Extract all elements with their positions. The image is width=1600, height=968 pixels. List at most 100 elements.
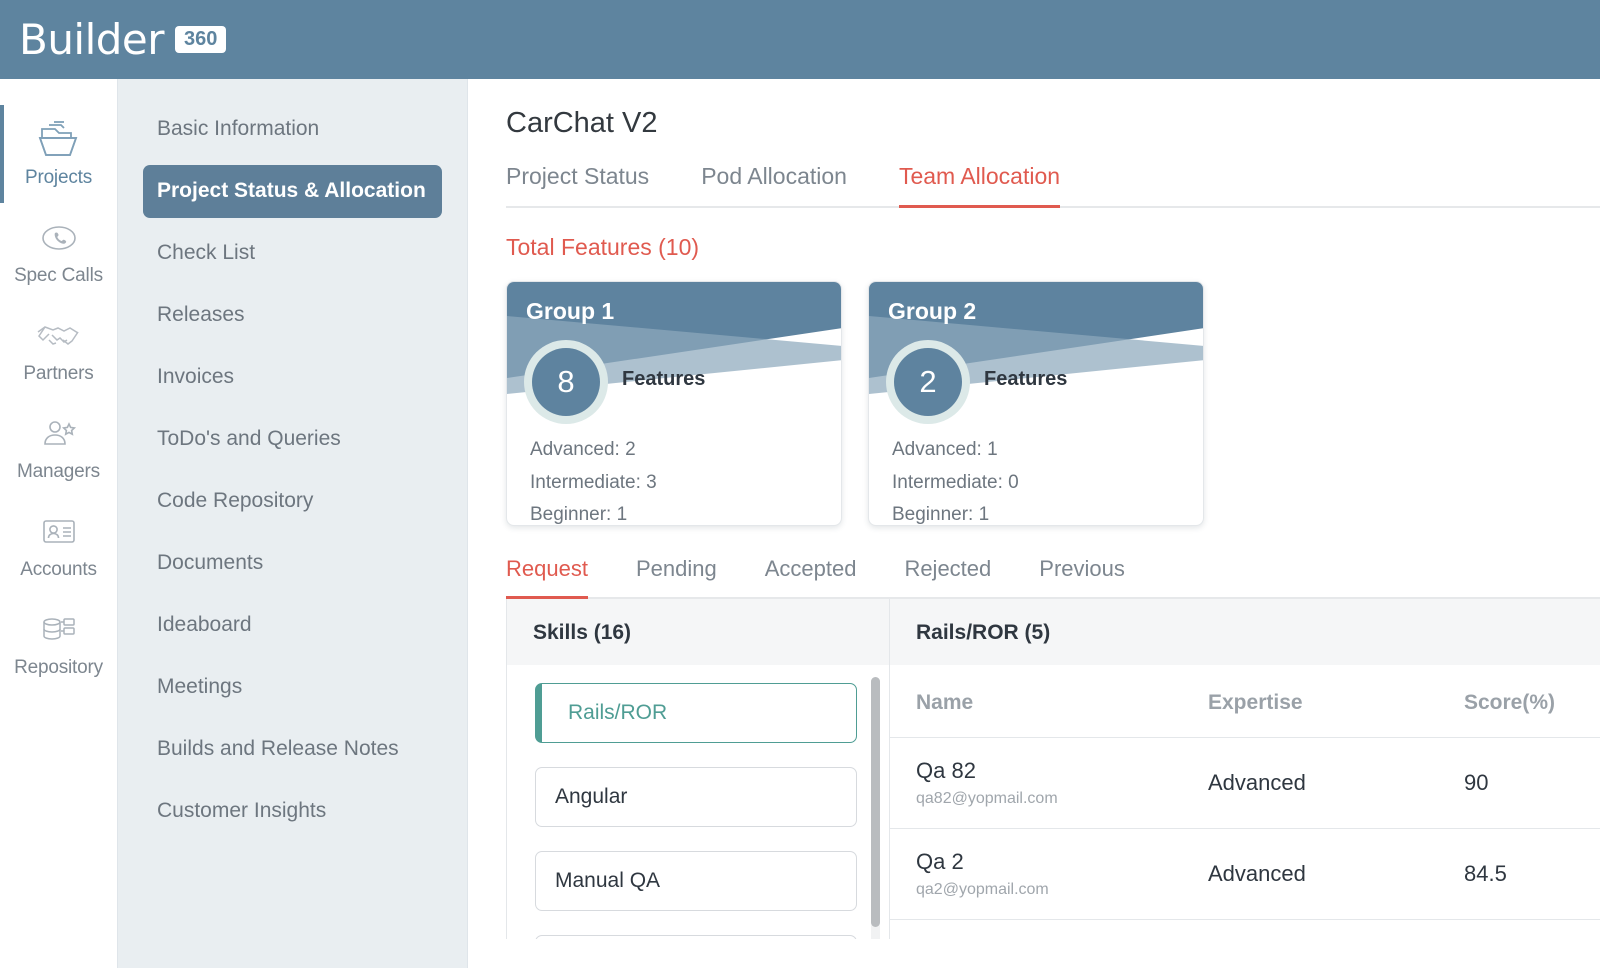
subtab-previous[interactable]: Previous bbox=[1039, 556, 1125, 599]
sidebar-label-managers: Managers bbox=[4, 461, 113, 483]
group-card-stats: Advanced: 1 Intermediate: 0 Beginner: 1 bbox=[892, 434, 1019, 526]
subnav-item-basic-information[interactable]: Basic Information bbox=[143, 103, 442, 156]
total-features-heading: Total Features (10) bbox=[506, 234, 1600, 261]
subnav-item-check-list[interactable]: Check List bbox=[143, 227, 442, 280]
subnav-item-meetings[interactable]: Meetings bbox=[143, 661, 442, 714]
person-name: Qa 82 bbox=[916, 758, 1182, 784]
skills-list-body: Rails/ROR Angular Manual QA iOS/Swift bbox=[507, 665, 889, 939]
logo-text: Builder bbox=[19, 19, 164, 61]
people-pane: Rails/ROR (5) Name Expertise Score(%) bbox=[890, 599, 1600, 939]
group-card-title: Group 1 bbox=[526, 298, 614, 325]
stat-intermediate: Intermediate: 3 bbox=[530, 467, 657, 500]
sidebar-item-partners[interactable]: Partners bbox=[0, 301, 117, 399]
sidebar-label-partners: Partners bbox=[4, 363, 113, 385]
table-header-row: Name Expertise Score(%) bbox=[890, 665, 1600, 738]
skill-item-angular[interactable]: Angular bbox=[535, 767, 857, 827]
people-table: Name Expertise Score(%) Qa 82 qa82@yopma… bbox=[890, 665, 1600, 920]
column-header-name: Name bbox=[890, 665, 1182, 738]
cell-score: 90 bbox=[1438, 738, 1600, 829]
stat-intermediate: Intermediate: 0 bbox=[892, 467, 1019, 500]
app-logo[interactable]: Builder 360 bbox=[19, 19, 226, 61]
subnav-item-invoices[interactable]: Invoices bbox=[143, 351, 442, 404]
feature-count-badge: 8 bbox=[524, 340, 608, 424]
skill-item-rails-ror[interactable]: Rails/ROR bbox=[535, 683, 857, 743]
skills-heading: Skills (16) bbox=[507, 599, 889, 665]
subnav-item-todos-and-queries[interactable]: ToDo's and Queries bbox=[143, 413, 442, 466]
people-table-body: Name Expertise Score(%) Qa 82 qa82@yopma… bbox=[890, 665, 1600, 939]
group-card[interactable]: Group 2 2 Features Advanced: 1 Intermedi… bbox=[868, 281, 1204, 526]
person-email: qa82@yopmail.com bbox=[916, 790, 1182, 808]
sidebar-label-projects: Projects bbox=[4, 167, 113, 189]
allocation-panes: Skills (16) Rails/ROR Angular Manual QA … bbox=[506, 599, 1600, 939]
subnav-item-documents[interactable]: Documents bbox=[143, 537, 442, 590]
feature-count-label: Features bbox=[622, 368, 705, 391]
sidebar-item-managers[interactable]: Managers bbox=[0, 399, 117, 497]
subnav-item-releases[interactable]: Releases bbox=[143, 289, 442, 342]
group-card-title: Group 2 bbox=[888, 298, 976, 325]
manager-icon bbox=[4, 412, 113, 456]
skills-pane: Skills (16) Rails/ROR Angular Manual QA … bbox=[506, 599, 890, 939]
group-cards: Group 1 8 Features Advanced: 2 Intermedi… bbox=[506, 281, 1600, 526]
subnav-item-customer-insights[interactable]: Customer Insights bbox=[143, 785, 442, 838]
skills-list: Rails/ROR Angular Manual QA iOS/Swift bbox=[507, 665, 889, 939]
people-heading: Rails/ROR (5) bbox=[890, 599, 1600, 665]
sidebar-item-projects[interactable]: Projects bbox=[0, 105, 117, 203]
group-card-stats: Advanced: 2 Intermediate: 3 Beginner: 1 bbox=[530, 434, 657, 526]
page-title: CarChat V2 bbox=[506, 107, 1600, 140]
project-subnav: Basic Information Project Status & Alloc… bbox=[118, 79, 468, 968]
person-email: qa2@yopmail.com bbox=[916, 881, 1182, 899]
cell-expertise: Advanced bbox=[1182, 738, 1438, 829]
folder-icon bbox=[4, 118, 113, 162]
subtab-pending[interactable]: Pending bbox=[636, 556, 717, 599]
group-card[interactable]: Group 1 8 Features Advanced: 2 Intermedi… bbox=[506, 281, 842, 526]
cell-expertise: Advanced bbox=[1182, 829, 1438, 920]
stat-advanced: Advanced: 1 bbox=[892, 434, 1019, 467]
skills-scrollbar-thumb[interactable] bbox=[871, 677, 880, 927]
cell-score: 84.5 bbox=[1438, 829, 1600, 920]
column-header-expertise: Expertise bbox=[1182, 665, 1438, 738]
sidebar-item-accounts[interactable]: Accounts bbox=[0, 497, 117, 595]
allocation-status-tabs: Request Pending Accepted Rejected Previo… bbox=[506, 556, 1600, 599]
phone-icon bbox=[4, 216, 113, 260]
stat-beginner: Beginner: 1 bbox=[530, 499, 657, 526]
cell-name: Qa 82 qa82@yopmail.com bbox=[890, 738, 1182, 829]
id-card-icon bbox=[4, 510, 113, 554]
subnav-item-code-repository[interactable]: Code Repository bbox=[143, 475, 442, 528]
tab-team-allocation[interactable]: Team Allocation bbox=[899, 163, 1060, 208]
main-content: CarChat V2 Project Status Pod Allocation… bbox=[468, 79, 1600, 968]
handshake-icon bbox=[4, 314, 113, 358]
subnav-item-ideaboard[interactable]: Ideaboard bbox=[143, 599, 442, 652]
feature-count-label: Features bbox=[984, 368, 1067, 391]
feature-count-value: 8 bbox=[532, 348, 600, 416]
feature-count-badge: 2 bbox=[886, 340, 970, 424]
app-root: Builder 360 Projects bbox=[0, 0, 1600, 968]
table-row[interactable]: Qa 82 qa82@yopmail.com Advanced 90 bbox=[890, 738, 1600, 829]
sidebar-label-repository: Repository bbox=[4, 657, 113, 679]
stat-beginner: Beginner: 1 bbox=[892, 499, 1019, 526]
subnav-item-project-status-allocation[interactable]: Project Status & Allocation bbox=[143, 165, 442, 218]
skills-scrollbar[interactable] bbox=[871, 677, 880, 939]
cell-name: Qa 2 qa2@yopmail.com bbox=[890, 829, 1182, 920]
skill-item-ios-swift[interactable]: iOS/Swift bbox=[535, 935, 857, 939]
column-header-score: Score(%) bbox=[1438, 665, 1600, 738]
subtab-request[interactable]: Request bbox=[506, 556, 588, 599]
sidebar-item-repository[interactable]: Repository bbox=[0, 595, 117, 693]
app-body: Projects Spec Calls bbox=[0, 79, 1600, 968]
main-tabs: Project Status Pod Allocation Team Alloc… bbox=[506, 163, 1600, 208]
database-icon bbox=[4, 608, 113, 652]
subnav-item-builds-and-release-notes[interactable]: Builds and Release Notes bbox=[143, 723, 442, 776]
skill-item-manual-qa[interactable]: Manual QA bbox=[535, 851, 857, 911]
sidebar-label-spec-calls: Spec Calls bbox=[4, 265, 113, 287]
sidebar-label-accounts: Accounts bbox=[4, 559, 113, 581]
feature-count-value: 2 bbox=[894, 348, 962, 416]
subtab-accepted[interactable]: Accepted bbox=[765, 556, 857, 599]
person-name: Qa 2 bbox=[916, 849, 1182, 875]
tab-project-status[interactable]: Project Status bbox=[506, 163, 649, 208]
tab-pod-allocation[interactable]: Pod Allocation bbox=[701, 163, 847, 208]
stat-advanced: Advanced: 2 bbox=[530, 434, 657, 467]
logo-badge-360: 360 bbox=[175, 26, 226, 53]
table-row[interactable]: Qa 2 qa2@yopmail.com Advanced 84.5 bbox=[890, 829, 1600, 920]
sidebar-item-spec-calls[interactable]: Spec Calls bbox=[0, 203, 117, 301]
subtab-rejected[interactable]: Rejected bbox=[904, 556, 991, 599]
top-header: Builder 360 bbox=[0, 0, 1600, 79]
